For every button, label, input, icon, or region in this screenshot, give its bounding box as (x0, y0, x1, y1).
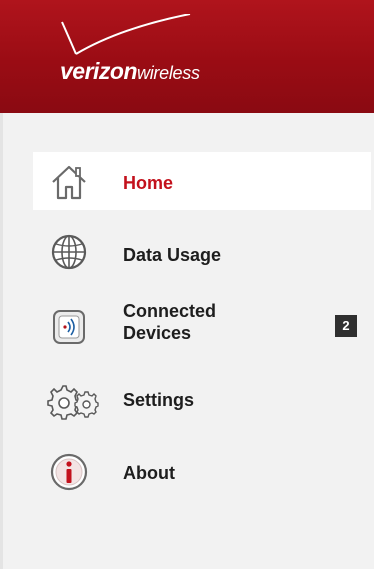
app: verizonwireless Home Data Usage Connecte… (0, 0, 374, 569)
nav-label-data-usage: Data Usage (123, 245, 222, 265)
logo-brand-text: verizon (60, 58, 138, 84)
home-icon (49, 162, 89, 207)
connected-devices-count-badge: 2 (335, 315, 357, 337)
nav-label-about: About (123, 463, 175, 483)
device-icon (49, 307, 89, 352)
logo-sub-text: wireless (137, 63, 200, 83)
nav-label-connected-devices: Connected Devices (123, 301, 217, 343)
nav-item-connected-devices[interactable]: Connected Devices 2 (33, 296, 371, 358)
logo-wordmark: verizonwireless (60, 58, 200, 85)
info-icon (49, 452, 89, 497)
logo-checkmark-icon (61, 14, 191, 55)
nav-label-home: Home (123, 173, 174, 193)
gears-icon (47, 380, 99, 425)
globe-icon (49, 232, 89, 277)
verizon-wireless-logo[interactable]: verizonwireless (60, 14, 280, 94)
header: verizonwireless (0, 0, 374, 113)
panel-edge (0, 113, 3, 569)
nav-item-data-usage[interactable]: Data Usage (33, 226, 371, 284)
nav-item-home[interactable]: Home (33, 152, 371, 210)
nav-item-settings[interactable]: Settings (33, 376, 371, 424)
nav-item-about[interactable]: About (33, 446, 371, 496)
nav-label-settings: Settings (123, 390, 195, 410)
